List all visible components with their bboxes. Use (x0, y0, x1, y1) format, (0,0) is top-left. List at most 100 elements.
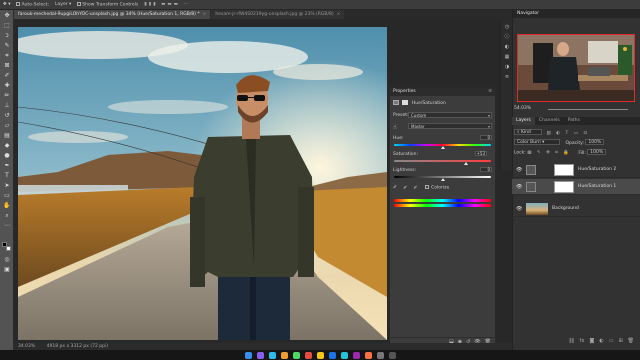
fill-input[interactable]: 100% (587, 149, 607, 155)
music-icon[interactable] (304, 351, 312, 359)
illustrator-icon[interactable] (364, 351, 372, 359)
navigator-zoom-value[interactable]: 54.03% (514, 106, 531, 111)
info-icon[interactable]: ⓘ (504, 34, 510, 40)
hue-saturation-icon (393, 100, 399, 105)
tab-paths[interactable]: Paths (564, 117, 584, 125)
zoom-level[interactable]: 34.03% (18, 344, 35, 349)
messages-icon[interactable] (292, 351, 300, 359)
eraser-icon[interactable]: ▱ (3, 122, 11, 129)
eyedropper-minus-icon[interactable]: ✐ (413, 186, 417, 191)
saturation-slider-thumb[interactable] (464, 162, 468, 165)
tab-layers[interactable]: Layers (512, 117, 535, 125)
brush-icon[interactable]: ✏ (3, 92, 11, 99)
eyedropper-plus-icon[interactable]: ✐ (403, 186, 407, 191)
notes-icon[interactable] (316, 351, 324, 359)
hue-slider-thumb[interactable] (441, 146, 445, 149)
shape-icon[interactable]: ▭ (3, 192, 11, 199)
screen-mode-icon[interactable]: ▣ (3, 266, 11, 273)
swatches-icon[interactable]: ▦ (504, 54, 510, 60)
marquee-icon[interactable]: ⬚ (3, 22, 11, 29)
settings-icon[interactable] (376, 351, 384, 359)
lightness-value[interactable]: 0 (480, 167, 492, 172)
layer-mask-thumbnail[interactable] (554, 164, 574, 176)
dodge-icon[interactable]: ● (3, 152, 11, 159)
properties-header: Properties ≡ (390, 88, 495, 96)
navigator-preview[interactable] (517, 34, 635, 102)
show-transform-controls[interactable]: Show Transform Controls (77, 1, 138, 7)
layer-hue-saturation-2[interactable]: 👁 Hue/Saturation 2 (512, 162, 640, 178)
history-brush-icon[interactable]: ↺ (3, 112, 11, 119)
link-icon[interactable]: ⛓ (568, 338, 574, 344)
mask-icon[interactable] (402, 100, 409, 105)
photoshop-window: ✥ ▾ Auto-Select: Layer ▾ Show Transform … (0, 0, 640, 360)
more-tools-icon[interactable]: ⋯ (3, 222, 11, 229)
gradient-icon[interactable]: ▤ (3, 132, 11, 139)
history-icon[interactable]: ◷ (504, 24, 510, 30)
auto-select-target[interactable]: Layer ▾ (55, 2, 71, 7)
finder-icon[interactable] (244, 351, 252, 359)
eyedropper-icon[interactable]: ✐ (3, 72, 11, 79)
properties-icon[interactable]: ≡ (504, 74, 510, 80)
align-icons[interactable]: ▮▮▮ ▬▬▬ ⋯ (144, 2, 190, 7)
quick-select-icon[interactable]: ✎ (3, 42, 11, 49)
lock-icons[interactable]: ▦ ✎ ✥ ⌗ 🔒 (527, 151, 571, 156)
layer-hue-saturation-1[interactable]: 👁 Hue/Saturation 1 (512, 179, 640, 195)
lasso-icon[interactable]: ↄ (3, 32, 11, 39)
move-icon[interactable]: ✥ (3, 12, 11, 19)
tab-hesam[interactable]: hesam-jr-rfW4S0219yg-unsplash.jpg @ 23% … (211, 10, 345, 19)
eye-icon[interactable]: 👁 (516, 184, 522, 190)
move-tool-icon[interactable]: ✥ ▾ (3, 2, 10, 7)
chrome-icon[interactable] (328, 351, 336, 359)
filter-icons[interactable]: ▨ ◐ T ▭ ⊡ (546, 131, 589, 136)
mail-icon[interactable] (280, 351, 288, 359)
preset-dropdown[interactable]: Custom ▾ (408, 112, 492, 118)
hue-value[interactable]: 0 (480, 135, 492, 140)
saturation-slider[interactable] (394, 160, 491, 162)
lightness-slider-thumb[interactable] (441, 178, 445, 181)
new-layer-icon[interactable]: ⊞ (618, 338, 622, 344)
navigator-zoom-slider[interactable] (548, 109, 628, 110)
frame-icon[interactable]: ⊠ (3, 62, 11, 69)
opacity-input[interactable]: 100% (585, 139, 605, 145)
trash-icon[interactable]: 🗑 (628, 338, 634, 344)
pen-icon[interactable]: ✒ (3, 162, 11, 169)
quick-mask-icon[interactable]: ◎ (3, 256, 11, 263)
layer-background[interactable]: 👁 Background (512, 201, 640, 217)
kind-filter-dropdown[interactable]: ⌕ Kind (514, 129, 542, 135)
adjustments-icon[interactable]: ◑ (504, 64, 510, 70)
add-mask-icon[interactable]: ◙ (589, 338, 594, 344)
eyedropper-icon[interactable]: ✐ (393, 186, 397, 191)
hand-icon[interactable]: ✋ (3, 202, 11, 209)
document-image[interactable] (18, 27, 387, 340)
photoshop-dock-icon[interactable] (340, 351, 348, 359)
tab-channels[interactable]: Channels (535, 117, 564, 125)
layer-mask-thumbnail[interactable] (554, 181, 574, 193)
path-select-icon[interactable]: ➤ (3, 182, 11, 189)
healing-icon[interactable]: ✚ (3, 82, 11, 89)
targeted-adjustment-icon[interactable]: ☝ (393, 124, 397, 131)
trash-dock-icon[interactable] (388, 351, 396, 359)
blur-icon[interactable]: ◆ (3, 142, 11, 149)
colorize-checkbox[interactable] (424, 185, 429, 189)
safari-icon[interactable] (268, 351, 276, 359)
new-group-icon[interactable]: ▭ (609, 338, 614, 344)
tab-farouk[interactable]: farouk-mechedal-9upgiLOhYOC-unsplash.jpg… (14, 10, 211, 19)
color-icon[interactable]: ◐ (504, 44, 510, 50)
saturation-value[interactable]: +53 (475, 151, 487, 156)
channel-dropdown[interactable]: Master ▾ (408, 123, 492, 129)
auto-select-checkbox[interactable]: Auto-Select: (16, 1, 49, 7)
eye-icon[interactable]: 👁 (516, 167, 522, 173)
launchpad-icon[interactable] (256, 351, 264, 359)
eye-icon[interactable]: 👁 (516, 206, 522, 212)
layer-filter-row: ⌕ Kind ▨ ◐ T ▭ ⊡ (514, 129, 589, 136)
premiere-icon[interactable] (352, 351, 360, 359)
crop-icon[interactable]: ⌗ (3, 52, 11, 59)
text-icon[interactable]: T (3, 172, 11, 179)
zoom-icon[interactable]: ⌕ (3, 212, 11, 219)
blend-mode-dropdown[interactable]: Color Burn ▾ (514, 139, 560, 145)
stamp-icon[interactable]: ⊥ (3, 102, 11, 109)
panel-menu-icon[interactable]: ≡ (488, 88, 492, 96)
fx-icon[interactable]: fx (580, 338, 585, 344)
new-adjustment-icon[interactable]: ◐ (599, 338, 603, 344)
background-color-swatch[interactable] (6, 246, 11, 251)
